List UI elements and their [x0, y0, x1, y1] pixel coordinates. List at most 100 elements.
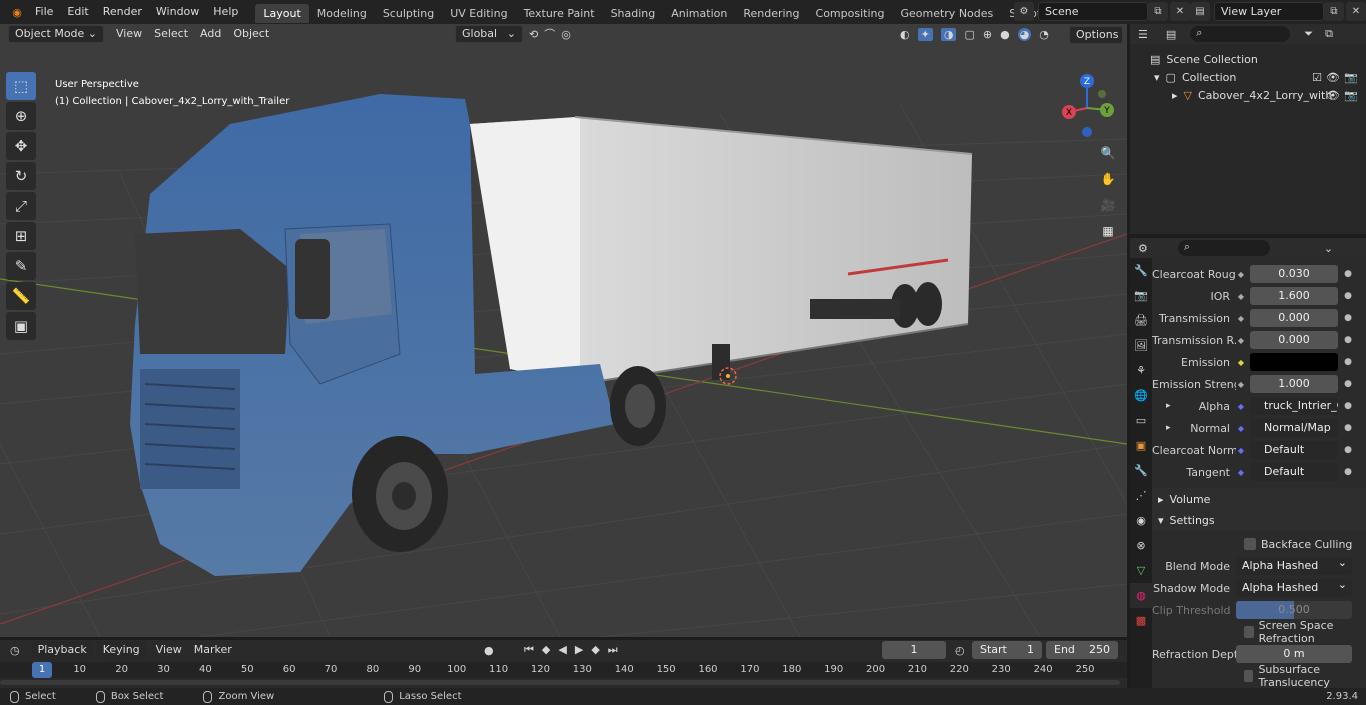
- play-icon[interactable]: ▶: [575, 643, 583, 657]
- scale-tool-icon[interactable]: ⤢: [6, 192, 36, 220]
- view-layer-tab-icon[interactable]: 🖼: [1130, 333, 1152, 358]
- eye-icon[interactable]: 👁: [1326, 71, 1340, 84]
- move-tool-icon[interactable]: ✥: [6, 132, 36, 160]
- keyframe-dot-icon[interactable]: ●: [1342, 445, 1354, 455]
- physics-tab-icon[interactable]: ◉: [1130, 508, 1152, 533]
- tab-rendering[interactable]: Rendering: [735, 4, 807, 23]
- property-value-field[interactable]: 0.000: [1250, 309, 1338, 327]
- grid-view-icon[interactable]: ▦: [1097, 220, 1119, 242]
- tab-compositing[interactable]: Compositing: [808, 4, 893, 23]
- outliner-search-input[interactable]: ⌕: [1190, 26, 1291, 42]
- properties-search-input[interactable]: ⌕: [1177, 240, 1270, 256]
- object-tab-icon[interactable]: ▣: [1130, 433, 1152, 458]
- transform-tool-icon[interactable]: ⊞: [6, 222, 36, 250]
- menu-file[interactable]: File: [28, 0, 60, 24]
- render-camera-icon[interactable]: 📷: [1344, 71, 1358, 84]
- tab-geometry-nodes[interactable]: Geometry Nodes: [892, 4, 1001, 23]
- eye-icon[interactable]: 👁: [1326, 89, 1340, 102]
- rotate-tool-icon[interactable]: ↻: [6, 162, 36, 190]
- refraction-depth-field[interactable]: 0 m: [1236, 645, 1352, 663]
- timeline-scrollbar[interactable]: [0, 680, 1120, 685]
- outliner-object[interactable]: ▸ ▽ Cabover_4x2_Lorry_with 👁 📷: [1130, 86, 1366, 104]
- jump-end-icon[interactable]: ⏭: [608, 643, 618, 657]
- keyframe-dot-icon[interactable]: ●: [1342, 335, 1354, 345]
- scene-selector[interactable]: Scene: [1038, 2, 1148, 21]
- overlay-icon[interactable]: ◑: [940, 27, 957, 41]
- prev-keyframe-icon[interactable]: ◆: [542, 643, 550, 657]
- tool-tab-icon[interactable]: 🔧: [1130, 258, 1152, 283]
- measure-tool-icon[interactable]: 📏: [6, 282, 36, 310]
- constraints-tab-icon[interactable]: ⊗: [1130, 533, 1152, 558]
- subsurface-row[interactable]: Subsurface Translucency: [1152, 663, 1366, 689]
- socket-icon[interactable]: ◆: [1236, 291, 1246, 301]
- cursor-tool-icon[interactable]: ⊕: [6, 102, 36, 130]
- chevron-right-icon[interactable]: ▸: [1166, 423, 1171, 433]
- tab-animation[interactable]: Animation: [663, 4, 735, 23]
- socket-icon[interactable]: ◆: [1236, 379, 1246, 389]
- timeline-menu-view[interactable]: View: [150, 641, 188, 659]
- keyframe-dot-icon[interactable]: ●: [1342, 401, 1354, 411]
- socket-icon[interactable]: ◆: [1236, 269, 1246, 279]
- property-value-field[interactable]: Default: [1250, 441, 1338, 459]
- backface-culling-checkbox[interactable]: [1244, 538, 1256, 550]
- ssr-row[interactable]: Screen Space Refraction: [1152, 619, 1366, 645]
- viewport-menu-select[interactable]: Select: [148, 25, 194, 43]
- visibility-icon[interactable]: ◐: [900, 28, 910, 41]
- material-shading-icon[interactable]: ◕: [1017, 27, 1032, 41]
- gizmo-toggle-icon[interactable]: ✦: [917, 27, 933, 41]
- socket-icon[interactable]: ◆: [1236, 401, 1246, 411]
- settings-panel-header[interactable]: ▾ Settings: [1152, 509, 1366, 531]
- volume-panel-header[interactable]: ▸ Volume: [1152, 488, 1366, 510]
- property-value-field[interactable]: 1.600: [1250, 287, 1338, 305]
- socket-icon[interactable]: ◆: [1236, 423, 1246, 433]
- viewport-menu-view[interactable]: View: [110, 25, 148, 43]
- tab-shading[interactable]: Shading: [603, 4, 664, 23]
- play-reverse-icon[interactable]: ◀: [558, 643, 566, 657]
- property-value-field[interactable]: Normal/Map: [1250, 419, 1338, 437]
- keyframe-dot-icon[interactable]: ●: [1342, 467, 1354, 477]
- clip-threshold-slider[interactable]: 0.500: [1236, 601, 1352, 619]
- output-tab-icon[interactable]: 🖨: [1130, 308, 1152, 333]
- add-cube-tool-icon[interactable]: ▣: [6, 312, 36, 340]
- pan-hand-icon[interactable]: ✋: [1097, 168, 1119, 190]
- modifier-tab-icon[interactable]: 🔧: [1130, 458, 1152, 483]
- transform-orientation-dropdown[interactable]: Global ⌄: [455, 25, 523, 43]
- view-layer-selector[interactable]: View Layer: [1214, 2, 1324, 21]
- new-collection-icon[interactable]: ⧉: [1325, 27, 1333, 41]
- snap-icon[interactable]: ⌒: [544, 26, 555, 42]
- outliner-scene-collection[interactable]: ▤ Scene Collection: [1130, 50, 1366, 68]
- render-tab-icon[interactable]: 📷: [1130, 283, 1152, 308]
- property-value-field[interactable]: truck_Intrier_Opacit...: [1250, 397, 1338, 415]
- 3d-viewport[interactable]: Object Mode ⌄ View Select Add Object Global ⌄…: [0, 24, 1127, 637]
- timeline-ruler[interactable]: 1 10 20 30 40 50 60 70 80 90 100 110 120 130 140 150 160…: [0, 662, 1127, 678]
- filter-icon[interactable]: ⏷: [1304, 27, 1313, 41]
- proportional-edit-icon[interactable]: ◎: [561, 28, 571, 41]
- annotate-tool-icon[interactable]: ✎: [6, 252, 36, 280]
- property-value-field[interactable]: 0.030: [1250, 265, 1338, 283]
- tab-texture-paint[interactable]: Texture Paint: [516, 4, 603, 23]
- socket-icon[interactable]: ◆: [1236, 445, 1246, 455]
- rendered-shading-icon[interactable]: ◔: [1039, 28, 1049, 41]
- data-tab-icon[interactable]: ▽: [1130, 558, 1152, 583]
- chevron-right-icon[interactable]: ▸: [1166, 401, 1171, 411]
- keyframe-dot-icon[interactable]: ●: [1342, 269, 1354, 279]
- tab-sculpting[interactable]: Sculpting: [375, 4, 442, 23]
- timeline-menu-keying[interactable]: Keying: [96, 641, 146, 659]
- next-keyframe-icon[interactable]: ◆: [591, 643, 599, 657]
- viewport-menu-add[interactable]: Add: [194, 25, 227, 43]
- scene-icon[interactable]: ⚙: [1014, 2, 1034, 21]
- mode-dropdown[interactable]: Object Mode ⌄: [8, 25, 104, 43]
- expand-chevron-icon[interactable]: ▸: [1172, 89, 1178, 102]
- display-mode-icon[interactable]: ▤: [1166, 28, 1176, 41]
- scene-tab-icon[interactable]: ⚘: [1130, 358, 1152, 383]
- menu-render[interactable]: Render: [96, 0, 149, 24]
- pivot-icon[interactable]: ⟲: [529, 28, 538, 41]
- editor-type-icon[interactable]: ◷: [10, 644, 20, 657]
- tab-modeling[interactable]: Modeling: [309, 4, 375, 23]
- clock-icon[interactable]: ◴: [955, 644, 965, 657]
- world-tab-icon[interactable]: 🌐: [1130, 383, 1152, 408]
- start-frame-field[interactable]: Start 1: [972, 641, 1042, 659]
- outliner-collection[interactable]: ▾ ▢ Collection ☑ 👁 📷: [1130, 68, 1366, 86]
- jump-start-icon[interactable]: ⏮: [524, 643, 534, 657]
- view-layer-icon[interactable]: ▤: [1190, 2, 1210, 21]
